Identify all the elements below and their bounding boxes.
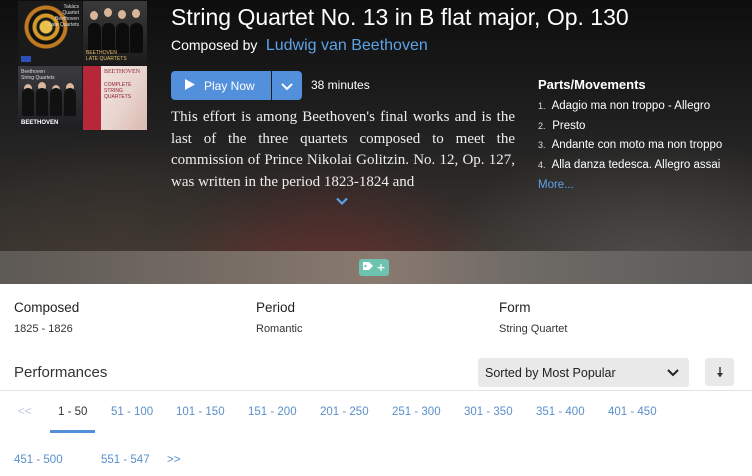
movement-item[interactable]: 4. Alla danza tedesca. Allegro assai [538,159,752,179]
parts-heading: Parts/Movements [538,77,646,92]
expand-description-chevron-icon[interactable] [336,197,348,206]
pagination-page[interactable]: 551 - 547 [101,454,150,466]
album-cover-3-title: BEETHOVEN [21,120,59,126]
play-now-button[interactable]: Play Now [171,71,271,100]
play-button-group: Play Now [171,71,302,100]
performances-heading: Performances [14,364,108,381]
album-art-collage: Takács Quartet Beethoven Late Quartets B… [18,1,148,130]
play-now-label: Play Now [204,78,255,93]
form-info: Form String Quartet [499,300,567,335]
pagination-last[interactable]: >> [167,454,180,466]
form-value: String Quartet [499,323,568,335]
album-cover-2[interactable]: BEETHOVEN LATE QUARTETS [83,1,147,65]
period-info: Period Romantic [256,300,302,335]
pagination-page[interactable]: 251 - 300 [392,406,441,418]
arrow-down-icon [716,363,724,382]
album-cover-1[interactable]: Takács Quartet Beethoven Late Quartets [18,1,82,65]
composed-by-label: Composed by [171,37,258,53]
composed-label: Composed [14,300,80,315]
form-label: Form [499,300,531,315]
composed-info: Composed 1825 - 1826 [14,300,79,335]
divider [0,390,752,391]
pagination-first[interactable]: << [18,406,31,418]
pagination-page[interactable]: 351 - 400 [536,406,585,418]
movement-item[interactable]: 3. Andante con moto ma non troppo [538,139,752,159]
sort-select[interactable]: Sorted by Most Popular [478,358,689,387]
composer-link[interactable]: Ludwig van Beethoven [266,37,428,54]
pagination-page[interactable]: 451 - 500 [14,454,63,466]
pagination-page[interactable]: 401 - 450 [608,406,657,418]
sort-direction-button[interactable] [705,358,734,386]
period-label: Period [256,300,296,315]
movement-list: 1. Adagio ma non troppo - Allegro 2. Pre… [538,100,752,179]
pagination-page[interactable]: 151 - 200 [248,406,297,418]
tag-strip: + [0,251,752,284]
pagination-page[interactable]: 201 - 250 [320,406,369,418]
more-movements-link[interactable]: More... [538,179,752,191]
add-tag-plus: + [376,261,386,274]
current-page-indicator [50,430,95,433]
movement-item[interactable]: 1. Adagio ma non troppo - Allegro [538,100,752,120]
album-cover-4-band [83,66,101,130]
duration: 38 minutes [311,78,370,92]
album-cover-2-text: BEETHOVEN LATE QUARTETS [86,50,127,62]
composed-value: 1825 - 1826 [14,323,73,335]
work-title: String Quartet No. 13 in B flat major, O… [171,4,629,30]
play-icon [185,78,195,93]
chevron-down-icon [281,76,293,95]
album-cover-3[interactable]: Beethoven String Quartets BEETHOVEN [18,66,82,130]
period-value: Romantic [256,323,303,335]
album-cover-4-title: BEETHOVEN [104,69,140,75]
pagination-page[interactable]: 101 - 150 [176,406,225,418]
sort-select-value: Sorted by Most Popular [485,365,616,380]
pagination-page-current[interactable]: 1 - 50 [58,406,87,418]
album-cover-3-top-text: Beethoven String Quartets [21,69,55,81]
pagination-page[interactable]: 51 - 100 [111,406,153,418]
tag-icon [362,261,374,274]
work-description: This effort is among Beethoven's final w… [171,109,515,190]
album-cover-4-text: COMPLETE STRING QUARTETS [104,82,132,100]
chevron-down-icon [667,366,679,380]
pagination: << 1 - 50 51 - 100 101 - 150 151 - 200 2… [0,396,752,476]
album-cover-4[interactable]: BEETHOVEN COMPLETE STRING QUARTETS [83,66,147,130]
add-tag-button[interactable]: + [359,259,389,276]
work-header: Takács Quartet Beethoven Late Quartets B… [0,0,752,251]
parts-movements: Parts/Movements 1. Adagio ma non troppo … [538,77,752,191]
pagination-page[interactable]: 301 - 350 [464,406,513,418]
composer-line: Composed by Ludwig van Beethoven [171,37,428,55]
label-logo [21,56,31,62]
album-cover-1-text: Takács Quartet Beethoven Late Quartets [48,4,79,28]
movement-item[interactable]: 2. Presto [538,120,752,140]
play-options-dropdown[interactable] [272,71,302,100]
